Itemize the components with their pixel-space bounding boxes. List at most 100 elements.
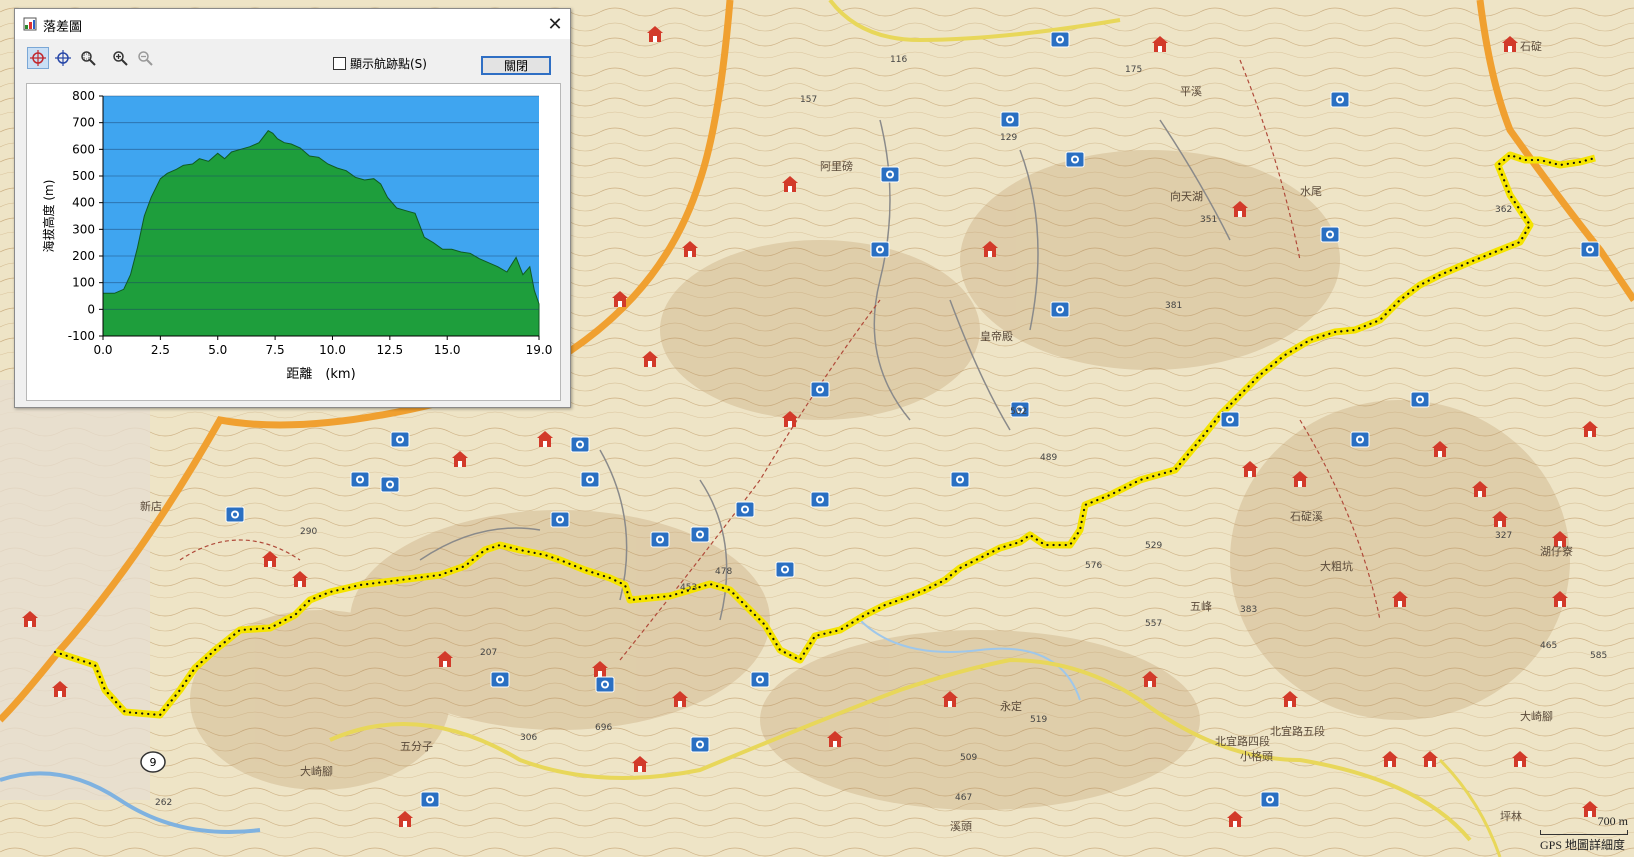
x-tick-label: 5.0 — [208, 343, 227, 357]
camera-poi-icon[interactable] — [810, 491, 830, 508]
camera-poi-icon[interactable] — [390, 431, 410, 448]
camera-poi-icon[interactable] — [880, 166, 900, 183]
camera-poi-icon[interactable] — [580, 471, 600, 488]
map-place-label: 石碇溪 — [1290, 509, 1323, 523]
elevation-mark: 327 — [1495, 531, 1512, 541]
x-tick-label: 7.5 — [266, 343, 285, 357]
map-place-label: 平溪 — [1180, 85, 1202, 98]
checkbox-box[interactable] — [333, 57, 346, 70]
camera-poi-icon[interactable] — [1330, 91, 1350, 108]
elevation-mark: 175 — [1125, 65, 1142, 75]
camera-poi-icon[interactable] — [1580, 241, 1600, 258]
zoom-area-icon[interactable] — [77, 47, 99, 69]
window-title: 落差圖 — [43, 20, 83, 35]
zoom-out-icon[interactable] — [134, 47, 156, 69]
camera-poi-icon[interactable] — [380, 476, 400, 493]
camera-poi-icon[interactable] — [735, 501, 755, 518]
camera-poi-icon[interactable] — [1065, 151, 1085, 168]
y-tick-label: 0 — [87, 302, 95, 316]
x-axis-label: 距離 (km) — [286, 367, 355, 382]
x-tick-label: 12.5 — [376, 343, 403, 357]
svg-text:9: 9 — [150, 756, 157, 769]
scale-bar — [1540, 830, 1628, 835]
y-tick-label: 700 — [72, 116, 95, 130]
y-tick-label: 800 — [72, 89, 95, 103]
camera-poi-icon[interactable] — [950, 471, 970, 488]
elevation-mark: 585 — [1590, 651, 1607, 661]
y-tick-label: 100 — [72, 276, 95, 290]
zoom-in-icon[interactable] — [109, 47, 131, 69]
map-place-label: 五分子 — [400, 740, 433, 753]
elevation-mark: 262 — [155, 798, 172, 808]
map-place-label: 大粗坑 — [1320, 559, 1353, 573]
camera-poi-icon[interactable] — [1050, 301, 1070, 318]
camera-poi-icon[interactable] — [650, 531, 670, 548]
map-place-label: 湖仔寮 — [1540, 544, 1573, 558]
elevation-mark: 489 — [1040, 453, 1057, 463]
camera-poi-icon[interactable] — [420, 791, 440, 808]
y-tick-label: 200 — [72, 249, 95, 263]
elevation-mark: 478 — [715, 567, 732, 577]
elevation-profile-window[interactable]: 落差圖 ✕ 顯示航跡點(S) 關閉 800 700 600 500 400 300 200 1… — [14, 8, 571, 408]
show-waypoints-checkbox[interactable]: 顯示航跡點(S) — [333, 55, 427, 72]
elevation-mark: 362 — [1495, 205, 1512, 215]
map-scale: 700 m GPS 地圖詳細度 — [1540, 814, 1628, 853]
elevation-chart: 800 700 600 500 400 300 200 100 0 -100 0.0 2.5 5.0 7.… — [26, 83, 561, 401]
map-place-label: 溪頭 — [950, 820, 972, 833]
elevation-mark: 157 — [800, 95, 817, 105]
map-place-label: 小格頭 — [1240, 749, 1273, 763]
y-axis-label: 海拔高度 (m) — [41, 180, 56, 253]
x-tick-label: 15.0 — [434, 343, 461, 357]
map-place-label: 大崎腳 — [1520, 709, 1553, 723]
camera-poi-icon[interactable] — [1320, 226, 1340, 243]
camera-poi-icon[interactable] — [870, 241, 890, 258]
map-place-label: 阿里磅 — [820, 159, 853, 173]
window-titlebar[interactable]: 落差圖 ✕ — [15, 9, 570, 39]
map-place-label: 皇帝殿 — [980, 329, 1013, 343]
select-track-icon[interactable] — [27, 47, 49, 69]
camera-poi-icon[interactable] — [225, 506, 245, 523]
camera-poi-icon[interactable] — [1220, 411, 1240, 428]
camera-poi-icon[interactable] — [1050, 31, 1070, 48]
camera-poi-icon[interactable] — [570, 436, 590, 453]
camera-poi-icon[interactable] — [810, 381, 830, 398]
x-tick-label: 19.0 — [526, 343, 553, 357]
x-tick-label: 0.0 — [93, 343, 112, 357]
camera-poi-icon[interactable] — [775, 561, 795, 578]
close-icon[interactable]: ✕ — [540, 9, 570, 39]
elevation-mark: 502 — [1010, 407, 1027, 417]
map-place-label: 永定 — [1000, 699, 1022, 713]
elevation-mark: 557 — [1145, 619, 1162, 629]
map-place-label: 新店 — [140, 499, 162, 513]
camera-poi-icon[interactable] — [550, 511, 570, 528]
map-place-label: 石碇 — [1520, 39, 1542, 53]
camera-poi-icon[interactable] — [750, 671, 770, 688]
camera-poi-icon[interactable] — [350, 471, 370, 488]
camera-poi-icon[interactable] — [690, 526, 710, 543]
map-place-label: 北宜路四段 — [1215, 734, 1270, 748]
elevation-mark: 129 — [1000, 133, 1017, 143]
elevation-chart-svg: 800 700 600 500 400 300 200 100 0 -1000.0 2.5 5.0 7.… — [41, 89, 553, 382]
camera-poi-icon[interactable] — [595, 676, 615, 693]
elevation-mark: 351 — [1200, 215, 1217, 225]
elevation-mark: 290 — [300, 527, 317, 537]
map-place-label: 坪林 — [1500, 809, 1522, 823]
camera-poi-icon[interactable] — [1000, 111, 1020, 128]
y-tick-label: 600 — [72, 142, 95, 156]
camera-poi-icon[interactable] — [1260, 791, 1280, 808]
close-button[interactable]: 關閉 — [481, 56, 551, 75]
x-tick-label: 2.5 — [151, 343, 170, 357]
app-icon — [23, 17, 37, 31]
camera-poi-icon[interactable] — [690, 736, 710, 753]
profile-toolbar: 顯示航跡點(S) 關閉 — [15, 39, 570, 75]
camera-poi-icon[interactable] — [1350, 431, 1370, 448]
camera-poi-icon[interactable] — [1410, 391, 1430, 408]
y-tick-label: 300 — [72, 222, 95, 236]
crosshair-icon[interactable] — [52, 47, 74, 69]
map-place-label: 大崎腳 — [300, 764, 333, 778]
elevation-mark: 453 — [680, 583, 697, 593]
elevation-mark: 509 — [960, 753, 977, 763]
elevation-mark: 383 — [1240, 605, 1257, 615]
map-place-label: 向天湖 — [1170, 189, 1203, 203]
camera-poi-icon[interactable] — [490, 671, 510, 688]
